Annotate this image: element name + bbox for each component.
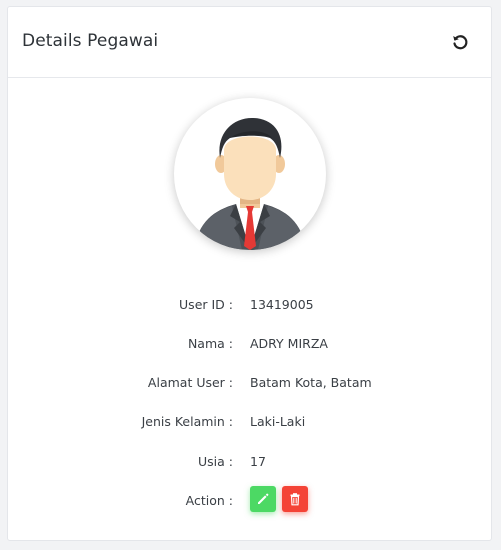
detail-row-jenis-kelamin: Jenis Kelamin : Laki-Laki: [8, 414, 491, 434]
jenis-kelamin-value: Laki-Laki: [250, 414, 306, 429]
detail-row-user-id: User ID : 13419005: [8, 297, 491, 317]
detail-row-action: Action :: [8, 486, 491, 513]
detail-row-alamat: Alamat User : Batam Kota, Batam: [8, 375, 491, 395]
card-header: Details Pegawai: [8, 7, 491, 78]
nama-label: Nama :: [187, 336, 233, 351]
user-id-label: User ID :: [179, 297, 233, 312]
detail-row-nama: Nama : ADRY MIRZA: [8, 336, 491, 356]
detail-row-usia: Usia : 17: [8, 454, 491, 474]
card-title: Details Pegawai: [22, 31, 159, 51]
trash-icon: [290, 493, 300, 506]
delete-button[interactable]: [282, 486, 308, 512]
usia-label: Usia :: [198, 454, 233, 469]
male-user-avatar-icon: [194, 118, 306, 250]
employee-details-card: Details Pegawai User ID: 13419005 Nama …: [7, 6, 492, 541]
refresh-icon: [453, 35, 468, 50]
action-label: Action :: [185, 493, 233, 508]
pencil-icon: [258, 493, 269, 504]
alamat-label: Alamat User :: [147, 375, 233, 390]
user-id-value: 13419005: [250, 297, 314, 312]
usia-value: 17: [250, 454, 266, 469]
nama-value: ADRY MIRZA: [250, 336, 328, 351]
avatar: [174, 98, 326, 250]
jenis-kelamin-label: Jenis Kelamin :: [141, 414, 233, 429]
edit-button[interactable]: [250, 486, 276, 512]
alamat-value: Batam Kota, Batam: [250, 375, 372, 390]
refresh-button[interactable]: [451, 33, 469, 51]
